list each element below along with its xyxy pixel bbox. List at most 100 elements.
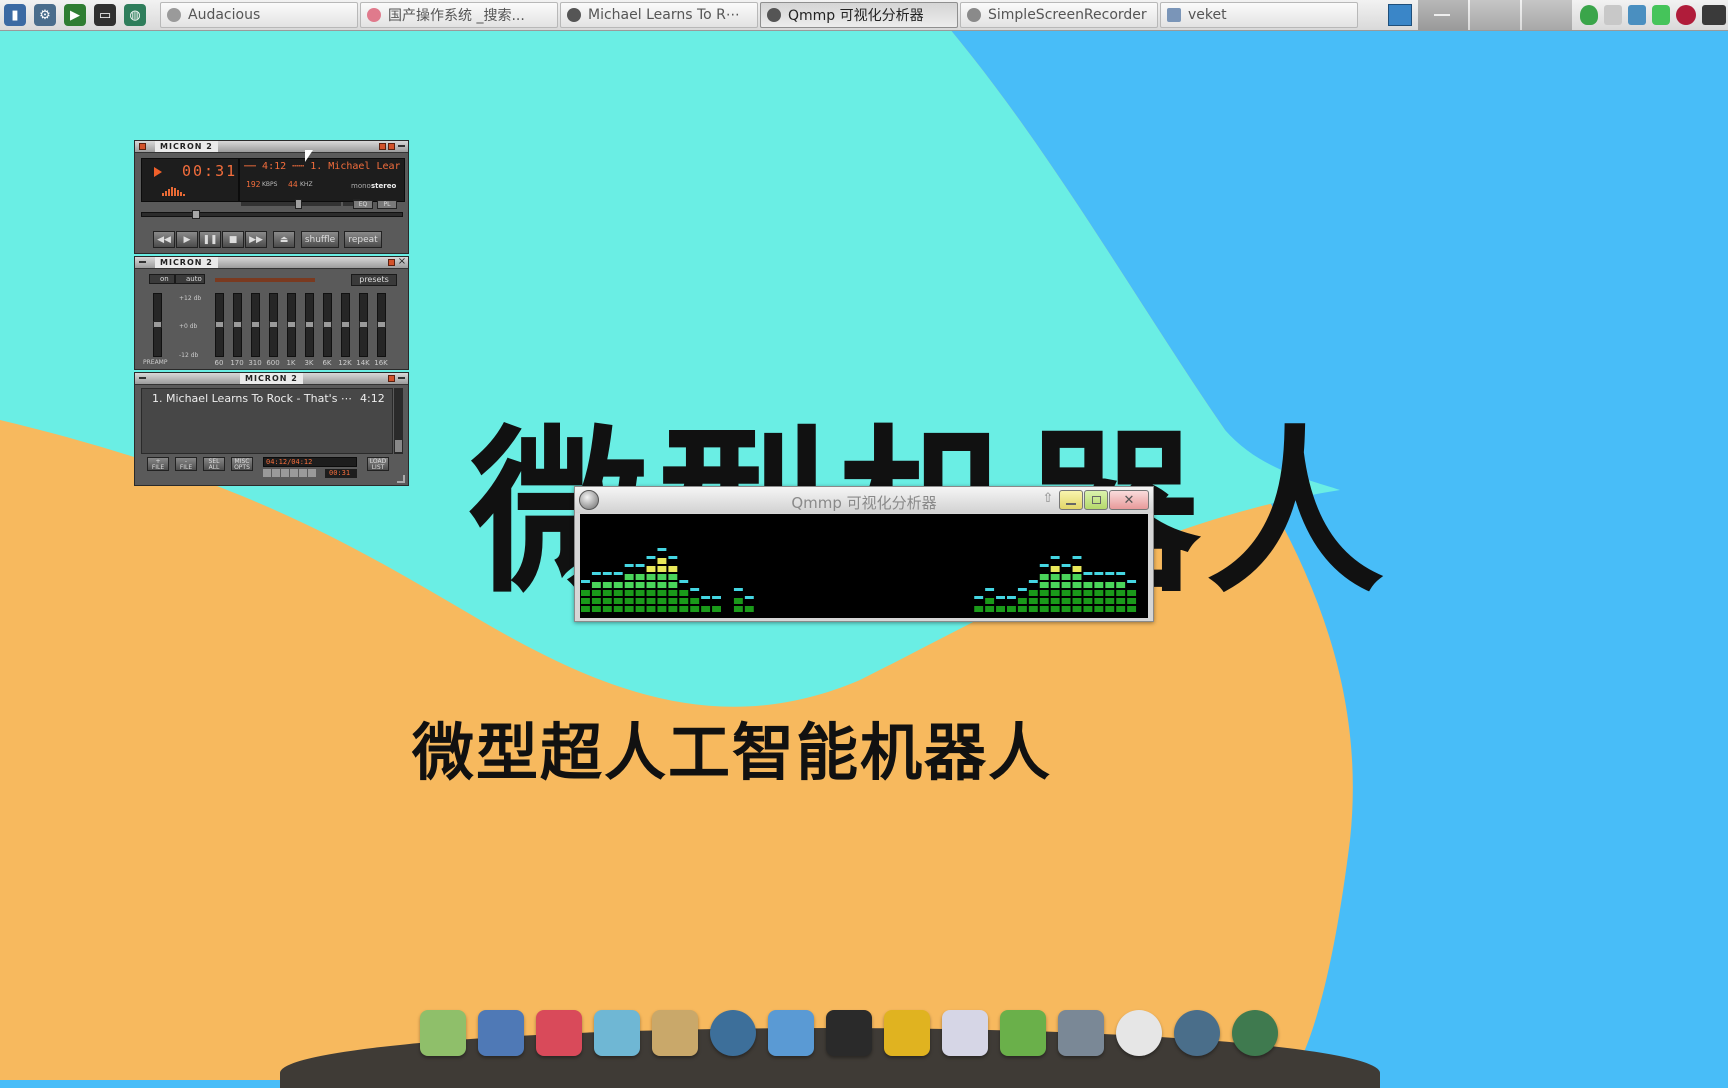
play-arrow-icon[interactable]: ▶ <box>64 4 86 26</box>
book-icon[interactable] <box>884 1010 930 1056</box>
close-icon[interactable]: ✕ <box>1109 490 1149 510</box>
pause-button[interactable]: ❚❚ <box>199 231 221 248</box>
select-all-button[interactable]: SEL ALL <box>203 457 225 471</box>
mini-prev-button[interactable] <box>263 469 271 477</box>
preamp-knob[interactable] <box>153 321 162 328</box>
playlist-scrollbar[interactable] <box>394 388 403 454</box>
mini-play-button[interactable] <box>272 469 280 477</box>
volume-slider[interactable] <box>241 199 341 209</box>
next-button[interactable]: ▶▶ <box>245 231 267 248</box>
menu-button[interactable] <box>139 143 146 150</box>
clipboard-icon[interactable] <box>1604 5 1622 25</box>
seek-bar[interactable] <box>141 210 403 219</box>
eq-band-60[interactable] <box>215 293 224 357</box>
mini-stop-button[interactable] <box>290 469 298 477</box>
eq-band-1k[interactable] <box>287 293 296 357</box>
playlist-scroll-thumb[interactable] <box>395 440 402 452</box>
eq-band-12k[interactable] <box>341 293 350 357</box>
task-music-player[interactable]: Michael Learns To R⋯ <box>560 2 758 28</box>
scanner-icon[interactable] <box>1058 1010 1104 1056</box>
camera-icon[interactable] <box>1232 1010 1278 1056</box>
task-screen-recorder[interactable]: SimpleScreenRecorder <box>960 2 1158 28</box>
seek-knob[interactable] <box>192 210 200 219</box>
desktop-pager-icon[interactable] <box>1388 4 1412 26</box>
eq-band-600[interactable] <box>269 293 278 357</box>
eq-close-icon[interactable]: × <box>397 257 407 267</box>
eq-band-6k[interactable] <box>323 293 332 357</box>
remove-file-button[interactable]: - FILE <box>175 457 197 471</box>
mini-pause-button[interactable] <box>281 469 289 477</box>
playlist-close-button[interactable] <box>398 377 405 379</box>
pl-toggle-button[interactable]: PL <box>377 200 397 209</box>
eject-button[interactable]: ⏏ <box>273 231 295 248</box>
monitor-icon[interactable] <box>478 1010 524 1056</box>
eq-shade-button[interactable] <box>388 259 395 266</box>
system-monitor-icon[interactable]: ▮ <box>4 4 26 26</box>
repeat-button[interactable]: repeat <box>344 231 382 248</box>
previous-button[interactable]: ◀◀ <box>153 231 175 248</box>
resize-grip-icon[interactable] <box>397 475 405 483</box>
eq-band-knob[interactable] <box>377 321 386 328</box>
task-audacious[interactable]: Audacious <box>160 2 358 28</box>
playlist-menu-button[interactable] <box>139 377 146 379</box>
visualizer-titlebar[interactable]: Qmmp 可视化分析器 ⇧ ✕ <box>575 487 1153 513</box>
close-button[interactable] <box>398 145 405 147</box>
shuffle-button[interactable]: shuffle <box>301 231 339 248</box>
globe-icon[interactable]: ◍ <box>124 4 146 26</box>
terminal-icon[interactable]: ▭ <box>94 4 116 26</box>
eq-band-170[interactable] <box>233 293 242 357</box>
workspace-2[interactable] <box>1470 0 1520 30</box>
eq-auto-button[interactable]: auto <box>175 274 205 284</box>
eq-band-3k[interactable] <box>305 293 314 357</box>
eq-band-knob[interactable] <box>251 321 260 328</box>
help-icon[interactable] <box>1000 1010 1046 1056</box>
minimize-button[interactable] <box>379 143 386 150</box>
mini-eject-button[interactable] <box>308 469 316 477</box>
shield-icon[interactable] <box>1580 5 1598 25</box>
minimize-icon[interactable] <box>1059 490 1083 510</box>
keyboard-icon[interactable] <box>1702 5 1726 25</box>
eq-toggle-button[interactable]: EQ <box>353 200 373 209</box>
chart-icon[interactable] <box>942 1010 988 1056</box>
network-icon[interactable] <box>1628 5 1646 25</box>
eq-band-16k[interactable] <box>377 293 386 357</box>
maximize-icon[interactable] <box>1084 490 1108 510</box>
load-list-button[interactable]: LOAD LIST <box>367 457 389 471</box>
record-icon[interactable] <box>1676 5 1696 25</box>
eq-presets-button[interactable]: presets <box>351 274 397 286</box>
eq-band-knob[interactable] <box>359 321 368 328</box>
eq-band-knob[interactable] <box>215 321 224 328</box>
eq-on-button[interactable]: on <box>149 274 175 284</box>
eq-band-knob[interactable] <box>305 321 314 328</box>
folder-icon[interactable] <box>420 1010 466 1056</box>
task-file-manager[interactable]: veket <box>1160 2 1358 28</box>
stop-button[interactable]: ■ <box>222 231 244 248</box>
workspace-1[interactable] <box>1418 0 1468 30</box>
penguin-icon[interactable] <box>826 1010 872 1056</box>
preamp-slider[interactable] <box>153 293 162 357</box>
task-browser[interactable]: 国产操作系统 _搜索... <box>360 2 558 28</box>
mini-next-button[interactable] <box>299 469 307 477</box>
eq-band-knob[interactable] <box>287 321 296 328</box>
add-file-button[interactable]: + FILE <box>147 457 169 471</box>
equalizer-titlebar[interactable]: MICRON 2 × <box>135 257 408 269</box>
hedgehog-icon[interactable] <box>536 1010 582 1056</box>
globe-icon[interactable] <box>1174 1010 1220 1056</box>
eq-band-14k[interactable] <box>359 293 368 357</box>
eq-band-knob[interactable] <box>233 321 242 328</box>
player-titlebar[interactable]: MICRON 2 <box>135 141 408 153</box>
playlist-entry-title[interactable]: 1. Michael Learns To Rock - That's ⋯ <box>152 392 374 405</box>
disk-icon[interactable] <box>710 1010 756 1056</box>
settings-gear-icon[interactable]: ⚙ <box>34 4 56 26</box>
sun-icon[interactable] <box>1116 1010 1162 1056</box>
play-button[interactable]: ▶ <box>176 231 198 248</box>
volume-knob[interactable] <box>295 199 302 209</box>
people-icon[interactable] <box>768 1010 814 1056</box>
shade-button[interactable] <box>388 143 395 150</box>
notepad-icon[interactable] <box>594 1010 640 1056</box>
eq-band-knob[interactable] <box>341 321 350 328</box>
battery-icon[interactable] <box>1652 5 1670 25</box>
eq-band-knob[interactable] <box>323 321 332 328</box>
task-visualizer[interactable]: Qmmp 可视化分析器 <box>760 2 958 28</box>
pin-icon[interactable]: ⇧ <box>1041 491 1055 507</box>
